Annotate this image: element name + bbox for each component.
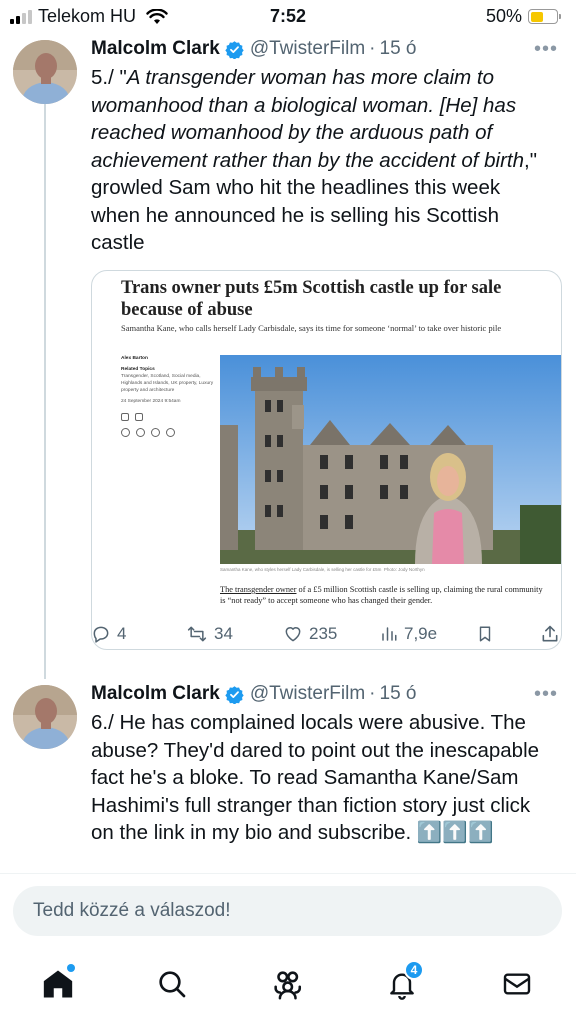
tweet-actions: 4 34 235 7,9e [0, 624, 576, 654]
reply-button[interactable]: 4 [91, 624, 126, 644]
article-tools-icons [121, 413, 216, 421]
text-prefix: 5./ " [91, 66, 127, 89]
quote-italic: A transgender woman has more claim to wo… [91, 66, 525, 172]
envelope-icon [503, 973, 531, 995]
avatar[interactable] [13, 40, 77, 104]
composer-divider [0, 873, 576, 874]
tweet-text: 5./ "A transgender woman has more claim … [91, 64, 551, 257]
reply-count: 4 [117, 624, 127, 643]
status-right: 50% [485, 6, 561, 27]
heart-icon [285, 627, 301, 642]
more-options-icon[interactable]: ••• [534, 38, 558, 61]
view-count: 7,9e [404, 624, 438, 643]
thread-connector-line [44, 104, 46, 679]
avatar[interactable] [13, 685, 77, 749]
separator-dot: · [369, 38, 376, 59]
repost-count: 34 [214, 624, 233, 643]
article-excerpt: The transgender owner of a £5 million Sc… [220, 584, 550, 606]
separator-dot: · [369, 683, 376, 704]
reply-icon [93, 626, 109, 643]
tweet-age[interactable]: 15 ó [380, 38, 417, 60]
article-author: Alex Barton [121, 356, 148, 361]
repost-icon [187, 626, 207, 642]
home-icon [43, 970, 73, 998]
photo-caption: Samantha Kane, who styles herself Lady C… [220, 567, 561, 572]
facebook-small-icon [136, 428, 145, 437]
nav-notifications[interactable]: 4 [382, 960, 424, 1004]
up-arrows-emoji: ⬆️⬆️⬆️ [416, 821, 494, 844]
author-handle[interactable]: @TwisterFilm [250, 38, 365, 60]
related-topics-label: Related Topics [121, 367, 155, 372]
photo-credit: Photo: Jody Northyn [383, 567, 425, 572]
article-card[interactable]: Trans owner puts £5m Scottish castle up … [91, 270, 562, 650]
reply-input[interactable]: Tedd közzé a válaszod! [13, 886, 562, 936]
caption-text: Samantha Kane, who styles herself Lady C… [220, 567, 382, 572]
nav-home[interactable] [38, 964, 78, 1004]
verified-badge-icon [225, 40, 244, 59]
bottom-nav: 4 [0, 950, 576, 1024]
related-topics: Transgender, Scotland, Social media, Hig… [121, 374, 214, 393]
tweet-age[interactable]: 15 ó [380, 683, 417, 705]
author-name[interactable]: Malcolm Clark [91, 38, 220, 60]
article-headline: Trans owner puts £5m Scottish castle up … [121, 278, 502, 320]
author-name[interactable]: Malcolm Clark [91, 683, 220, 705]
notification-badge: 4 [404, 960, 424, 980]
views-button[interactable]: 7,9e [380, 624, 437, 644]
battery-percent: 50% [485, 6, 522, 26]
x-small-icon [121, 428, 130, 437]
views-icon [382, 627, 397, 641]
author-handle[interactable]: @TwisterFilm [250, 683, 365, 705]
like-count: 235 [309, 624, 338, 643]
repost-button[interactable]: 34 [186, 624, 233, 644]
status-bar: Telekom HU 7:52 50% [0, 0, 576, 34]
nav-messages[interactable] [497, 964, 537, 1004]
tweet-header: Malcolm Clark @TwisterFilm · 15 ó [91, 683, 416, 705]
share-button[interactable] [540, 624, 560, 644]
tweet-text: 6./ He has complained locals were abusiv… [91, 709, 551, 847]
article-date: 24 September 2024 9:54am [121, 399, 181, 404]
bookmark-small-icon [121, 413, 129, 421]
nav-communities[interactable] [267, 964, 307, 1004]
battery-icon [528, 9, 561, 24]
nav-search[interactable] [152, 964, 192, 1004]
whatsapp-small-icon [151, 428, 160, 437]
article-photo [220, 355, 561, 564]
article-subheadline: Samantha Kane, who calls herself Lady Ca… [121, 323, 502, 333]
bookmark-button[interactable] [476, 624, 494, 644]
article-share-icons [121, 428, 216, 437]
bookmark-icon [479, 626, 491, 642]
search-icon [159, 971, 186, 998]
like-button[interactable]: 235 [283, 624, 337, 644]
more-options-icon[interactable]: ••• [534, 683, 558, 706]
tweet-header: Malcolm Clark @TwisterFilm · 15 ó [91, 38, 416, 60]
home-new-dot [67, 964, 75, 972]
reply-placeholder: Tedd közzé a válaszod! [33, 900, 231, 921]
verified-badge-icon [225, 685, 244, 704]
communities-icon [274, 971, 302, 1000]
excerpt-link[interactable]: The transgender owner [220, 585, 296, 594]
share-icon [542, 625, 558, 642]
article-meta: Alex Barton Related Topics Transgender, … [121, 355, 216, 437]
comment-small-icon [135, 413, 143, 421]
email-small-icon [166, 428, 175, 437]
